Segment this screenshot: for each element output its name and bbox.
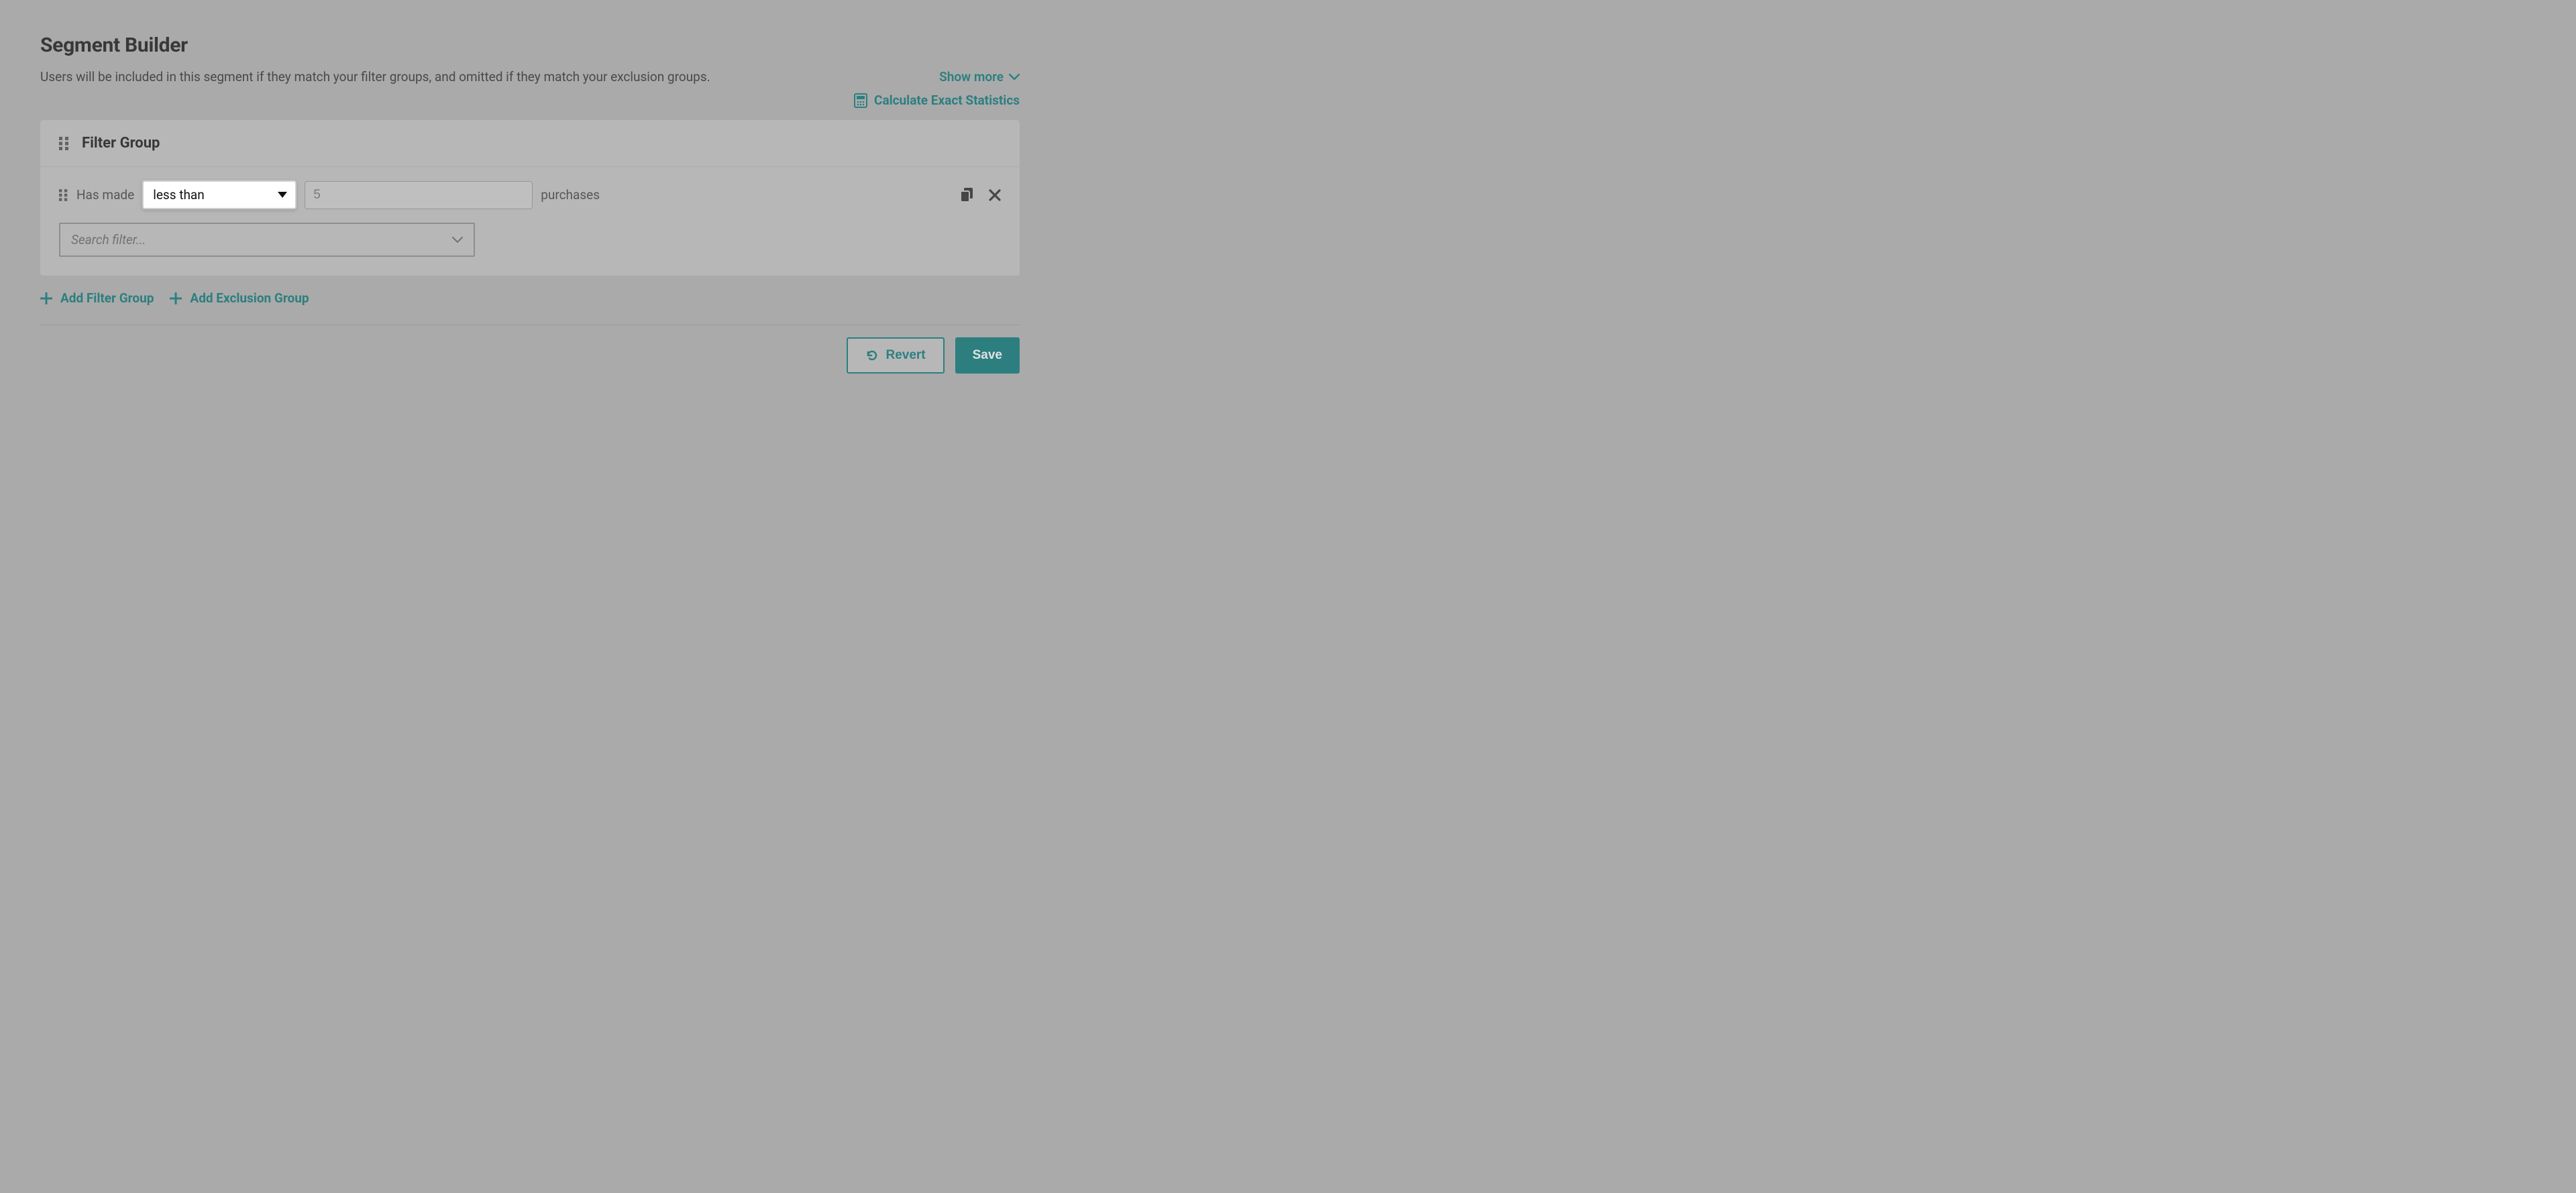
operator-select-value: less than <box>153 187 205 203</box>
revert-button[interactable]: Revert <box>847 337 944 374</box>
search-filter-input[interactable]: Search filter... <box>59 223 475 257</box>
copy-icon <box>961 188 974 203</box>
filter-group-title: Filter Group <box>82 135 160 152</box>
add-exclusion-group-button[interactable]: Add Exclusion Group <box>170 290 309 306</box>
save-label: Save <box>973 348 1002 363</box>
save-button[interactable]: Save <box>955 337 1020 374</box>
calculate-statistics-button[interactable]: Calculate Exact Statistics <box>854 93 1020 108</box>
plus-icon <box>170 292 182 304</box>
add-filter-group-label: Add Filter Group <box>60 290 154 306</box>
operator-select[interactable]: less than <box>142 180 297 209</box>
filter-prefix-label: Has made <box>76 187 134 203</box>
duplicate-button[interactable] <box>961 188 974 203</box>
show-more-label: Show more <box>939 69 1004 84</box>
caret-down-icon <box>278 192 287 198</box>
calculate-statistics-label: Calculate Exact Statistics <box>874 93 1020 108</box>
show-more-button[interactable]: Show more <box>939 69 1020 84</box>
add-exclusion-group-label: Add Exclusion Group <box>190 290 309 306</box>
close-icon <box>989 189 1001 201</box>
remove-button[interactable] <box>989 189 1001 201</box>
plus-icon <box>40 292 52 304</box>
drag-handle-icon[interactable] <box>59 137 70 150</box>
revert-label: Revert <box>885 348 925 363</box>
page-title: Segment Builder <box>40 34 1020 57</box>
drag-handle-icon[interactable] <box>59 189 68 201</box>
filter-suffix-label: purchases <box>541 187 600 203</box>
chevron-down-icon <box>452 237 463 243</box>
search-filter-placeholder: Search filter... <box>71 232 146 247</box>
description-text: Users will be included in this segment i… <box>40 69 710 84</box>
filter-group-panel: Filter Group Has made less than purchase… <box>40 120 1020 276</box>
chevron-down-icon <box>1009 74 1020 80</box>
add-filter-group-button[interactable]: Add Filter Group <box>40 290 154 306</box>
undo-icon <box>865 349 879 362</box>
value-input[interactable] <box>305 181 533 209</box>
calculator-icon <box>854 93 867 108</box>
filter-condition-row: Has made less than purchases <box>59 180 1001 209</box>
